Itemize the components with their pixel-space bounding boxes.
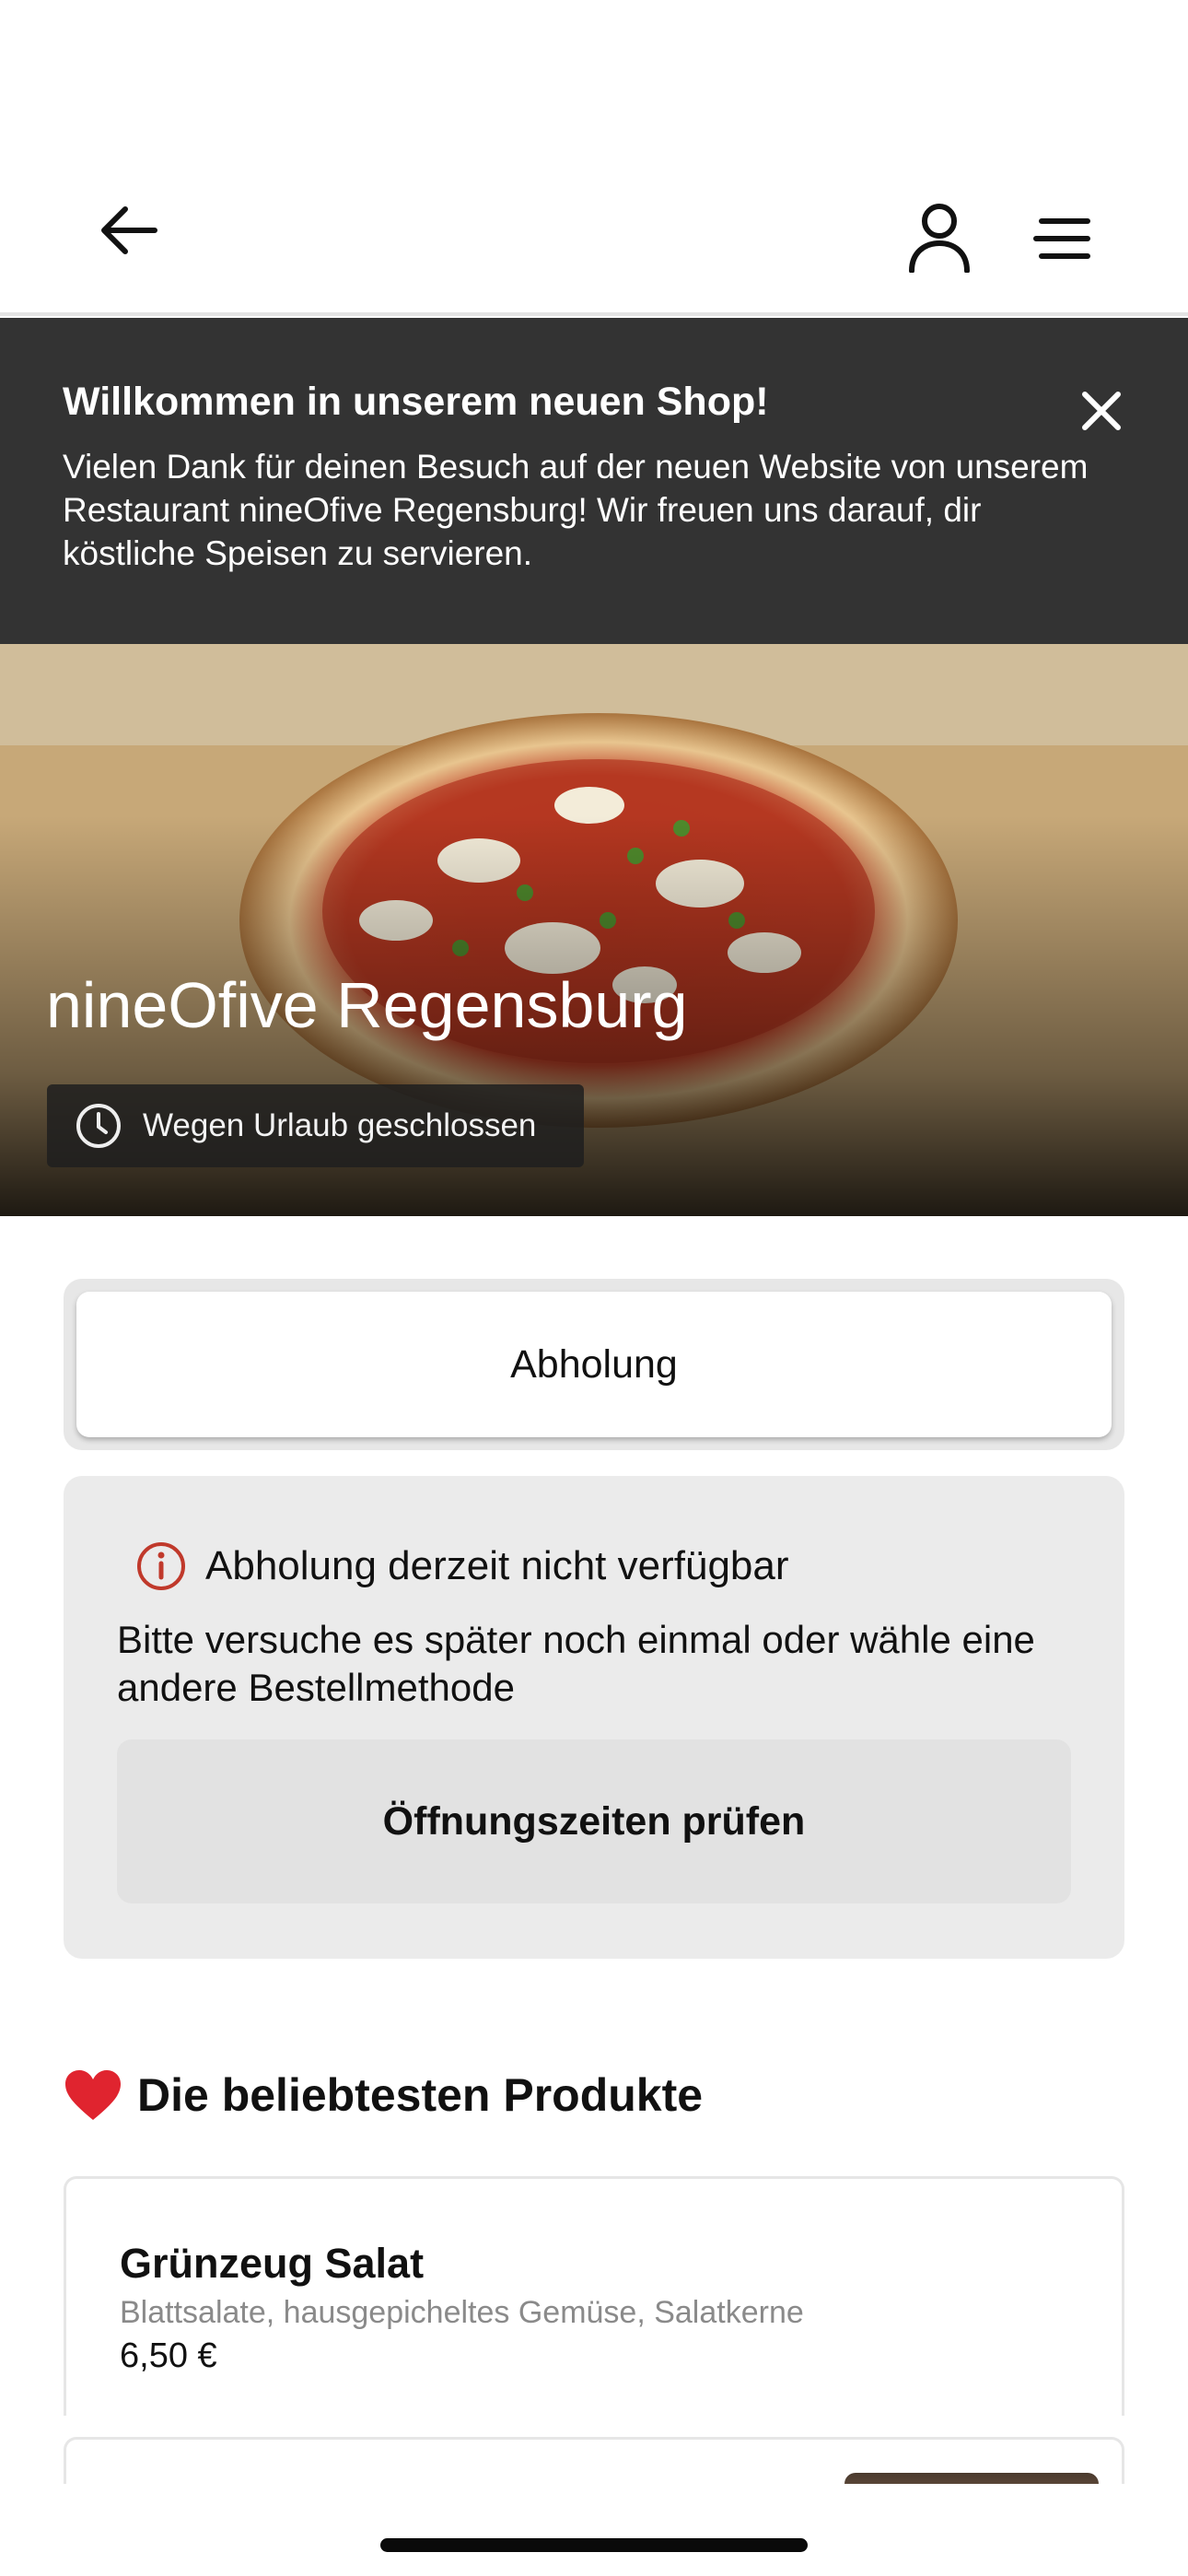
hero-image: nineOfive Regensburg Wegen Urlaub geschl… xyxy=(0,644,1188,1216)
info-icon xyxy=(137,1542,185,1590)
order-method-pickup[interactable]: Abholung xyxy=(76,1292,1112,1437)
close-icon xyxy=(1082,392,1121,430)
user-icon xyxy=(909,204,970,273)
menu-icon xyxy=(1033,218,1090,259)
welcome-banner: Willkommen in unserem neuen Shop! Vielen… xyxy=(0,318,1188,644)
bottom-safe-area xyxy=(0,2484,1188,2576)
account-button[interactable] xyxy=(901,199,978,276)
top-navigation xyxy=(0,0,1188,316)
unavailable-notice: Abholung derzeit nicht verfügbar Bitte v… xyxy=(64,1476,1124,1959)
status-text: Wegen Urlaub geschlossen xyxy=(143,1107,537,1143)
order-method-selector: Abholung xyxy=(64,1279,1124,1450)
banner-text: Vielen Dank für deinen Besuch auf der ne… xyxy=(63,447,1089,572)
check-opening-hours-button[interactable]: Öffnungszeiten prüfen xyxy=(117,1739,1071,1903)
home-indicator xyxy=(380,2538,808,2552)
product-name: Grünzeug Salat xyxy=(120,2240,425,2287)
arrow-left-icon xyxy=(101,206,157,254)
restaurant-name: nineOfive Regensburg xyxy=(46,969,688,1041)
popular-products-heading: Die beliebtesten Produkte xyxy=(64,2068,703,2122)
page: Willkommen in unserem neuen Shop! Vielen… xyxy=(0,0,1188,2576)
status-badge: Wegen Urlaub geschlossen xyxy=(47,1084,584,1167)
back-button[interactable] xyxy=(92,193,166,267)
notice-header: Abholung derzeit nicht verfügbar xyxy=(117,1540,1071,1592)
banner-close-button[interactable] xyxy=(1077,387,1125,435)
menu-button[interactable] xyxy=(1028,205,1096,273)
product-description: Blattsalate, hausgepicheltes Gemüse, Sal… xyxy=(120,2295,804,2330)
section-title: Die beliebtesten Produkte xyxy=(137,2069,704,2121)
notice-text: Bitte versuche es später noch einmal ode… xyxy=(117,1618,1035,1709)
notice-title: Abholung derzeit nicht verfügbar xyxy=(205,1543,789,1588)
banner-title: Willkommen in unserem neuen Shop! xyxy=(63,380,769,424)
clock-icon xyxy=(76,1104,121,1148)
heart-icon xyxy=(65,2070,121,2120)
product-card[interactable]: Grünzeug Salat Blattsalate, hausgepichel… xyxy=(64,2176,1124,2416)
product-price: 6,50 € xyxy=(120,2336,217,2375)
